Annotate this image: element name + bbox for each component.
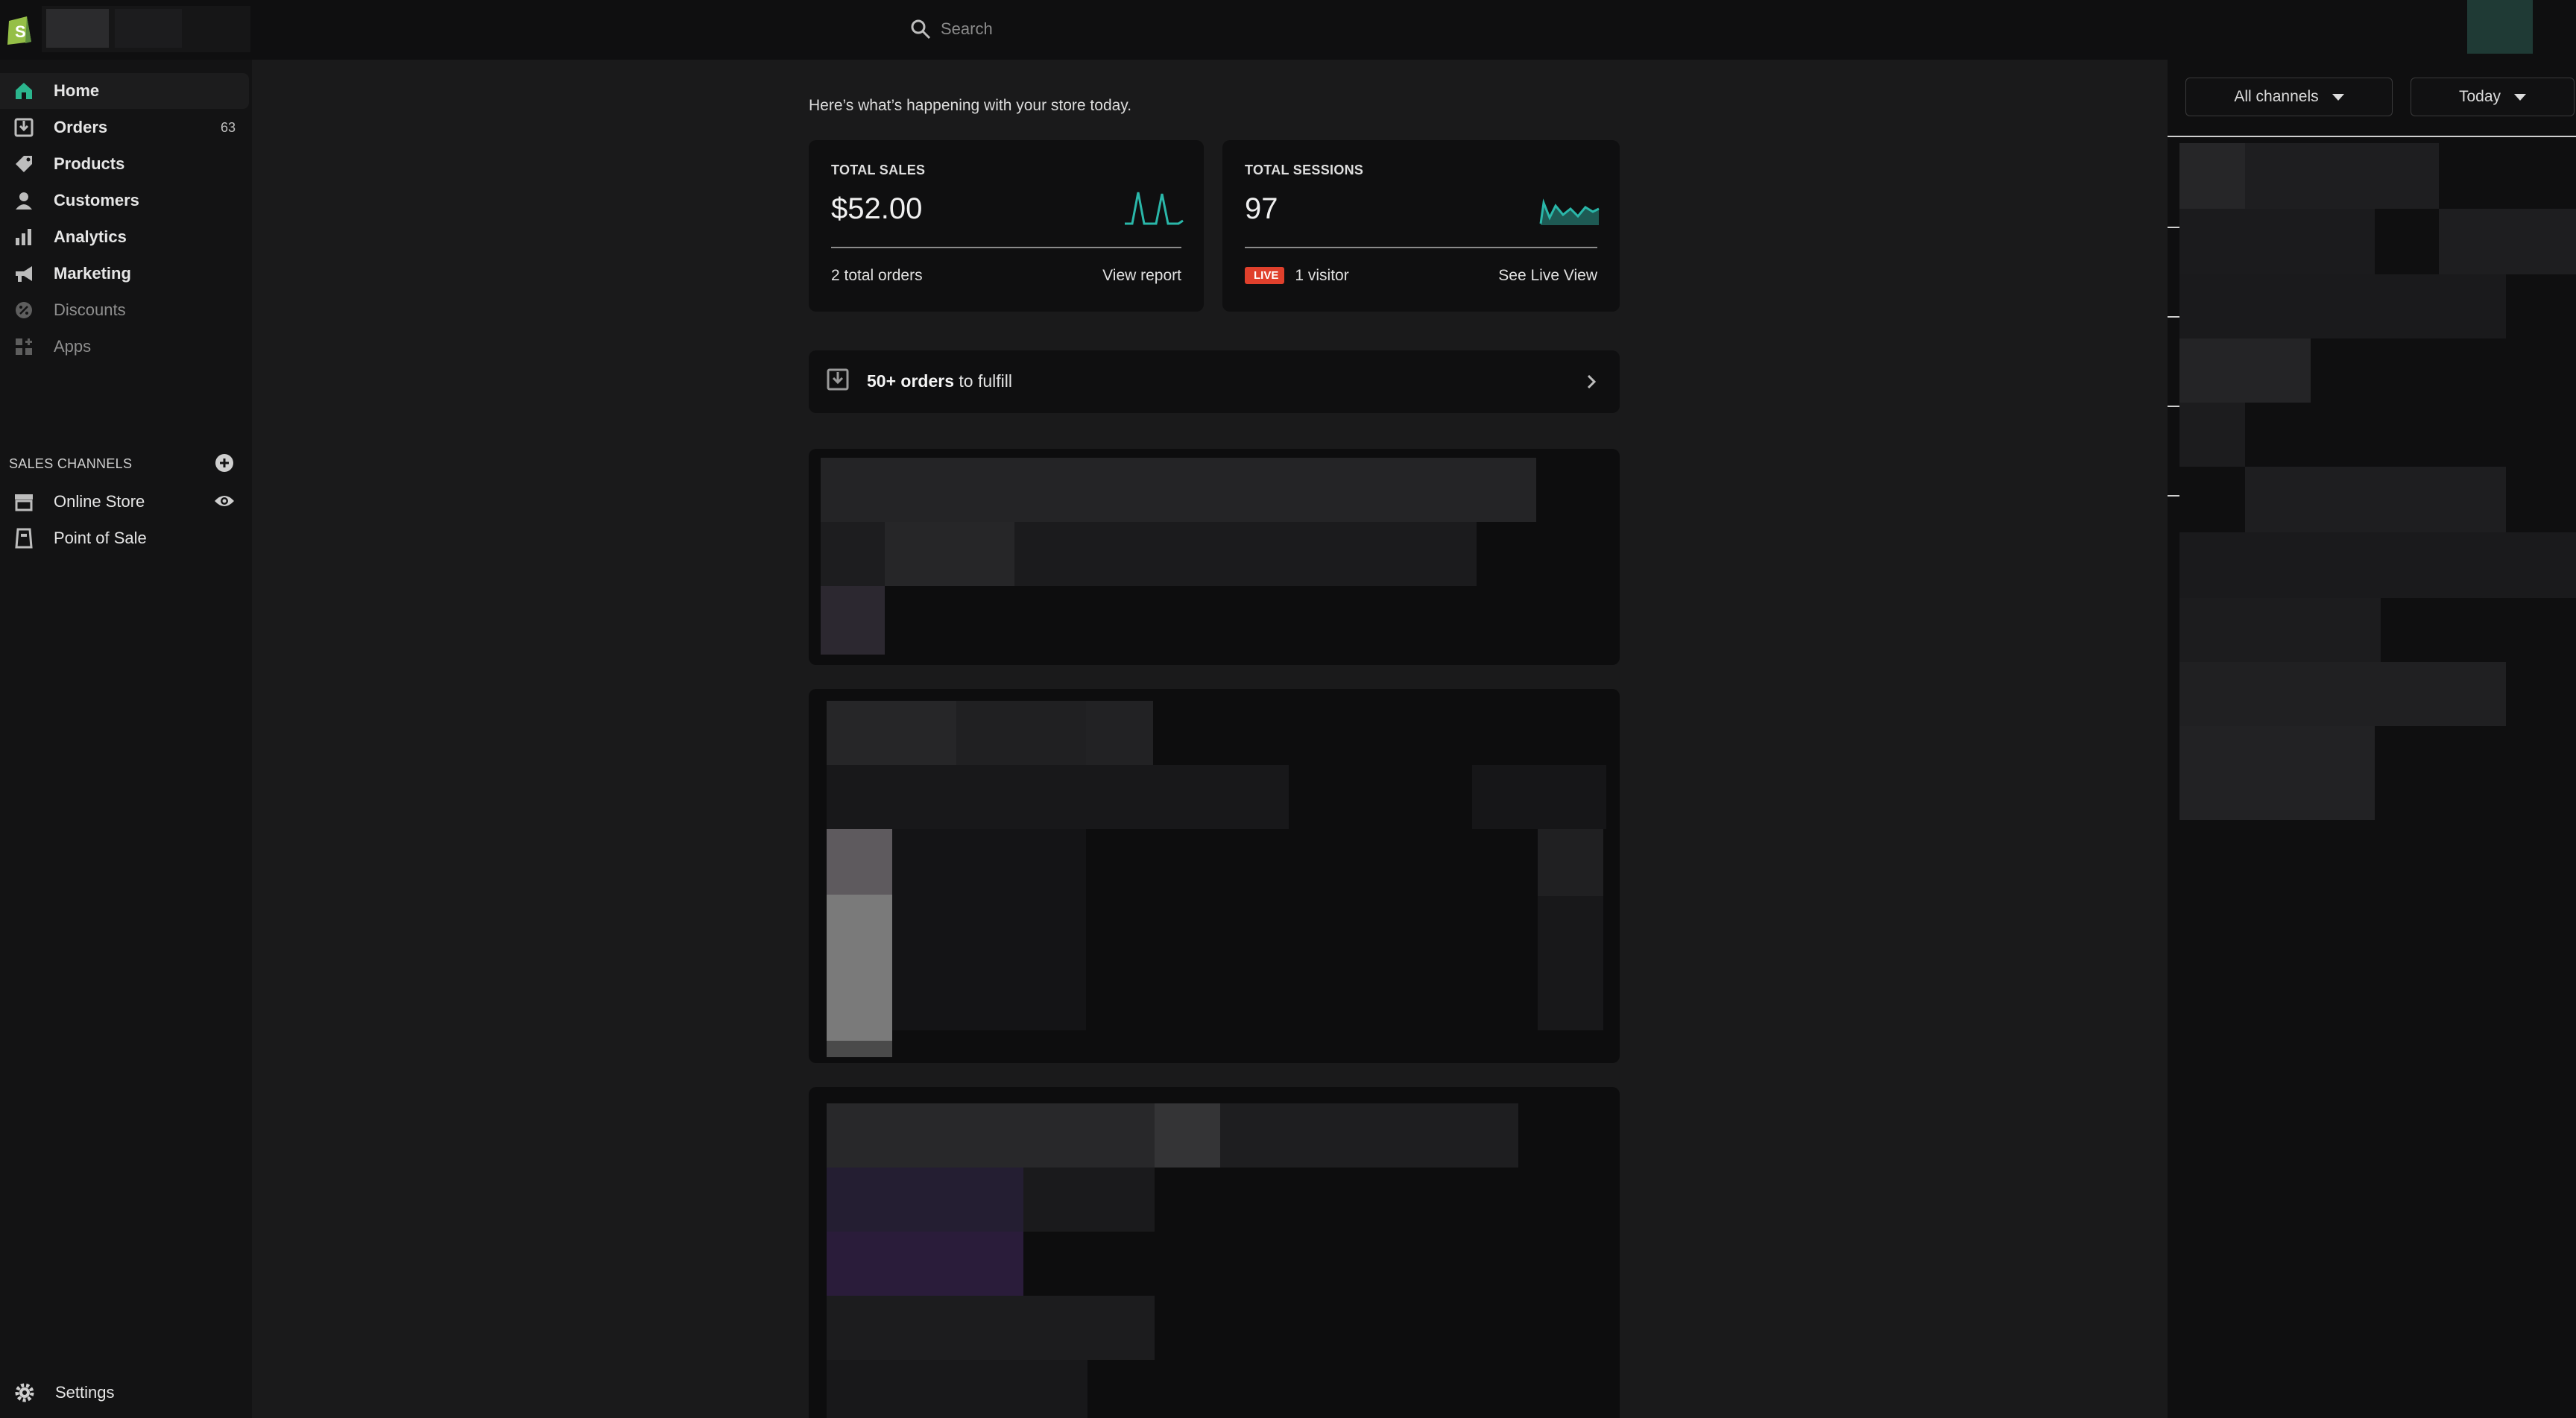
page-intro: Here’s what’s happening with your store … bbox=[809, 97, 1132, 114]
see-live-view-link[interactable]: See Live View bbox=[1498, 267, 1597, 285]
top-bar: S Search bbox=[0, 0, 2576, 60]
visitor-count-text: 1 visitor bbox=[1295, 267, 1349, 284]
total-orders-text: 2 total orders bbox=[831, 267, 923, 284]
avatar[interactable] bbox=[2467, 0, 2533, 54]
sidebar-item-label: Orders bbox=[54, 118, 108, 136]
total-sessions-card: TOTAL SESSIONS 97 LIVE 1 visitor See Live… bbox=[1222, 140, 1620, 312]
sidebar-item-label: Customers bbox=[54, 191, 139, 209]
sidebar-item-label: Discounts bbox=[54, 300, 126, 319]
sidebar-item-label: Analytics bbox=[54, 227, 127, 246]
total-sessions-title: TOTAL SESSIONS bbox=[1245, 163, 1364, 177]
sidebar-item-label: Products bbox=[54, 154, 125, 173]
person-icon bbox=[16, 192, 32, 209]
total-sales-card: TOTAL SALES $52.00 2 total orders View r… bbox=[809, 140, 1204, 312]
svg-text:S: S bbox=[15, 22, 26, 41]
shopify-logo-icon[interactable]: S bbox=[4, 10, 34, 46]
date-select-value: Today bbox=[2458, 88, 2501, 105]
date-select[interactable]: Today bbox=[2411, 78, 2575, 116]
add-channel-icon[interactable] bbox=[215, 453, 234, 473]
sidebar-item-label: Marketing bbox=[54, 264, 131, 283]
sidebar-item-settings[interactable]: Settings bbox=[0, 1375, 249, 1411]
sidebar-item-discounts[interactable]: Discounts bbox=[0, 292, 249, 328]
total-sales-title: TOTAL SALES bbox=[831, 163, 926, 177]
view-store-eye-icon[interactable] bbox=[213, 492, 236, 510]
search-icon bbox=[911, 19, 931, 40]
fulfill-count: 50+ orders bbox=[867, 371, 954, 391]
settings-label: Settings bbox=[55, 1383, 115, 1402]
blurred-card-3 bbox=[809, 1087, 1620, 1418]
search-bar[interactable]: Search bbox=[909, 13, 1282, 45]
sidebar-item-label: Point of Sale bbox=[54, 529, 147, 547]
orders-icon bbox=[14, 118, 34, 137]
caret-down-icon bbox=[2332, 93, 2344, 101]
sales-channels-heading: SALES CHANNELS bbox=[9, 456, 133, 471]
search-input[interactable]: Search bbox=[941, 19, 993, 39]
tag-icon bbox=[16, 156, 32, 172]
apps-icon bbox=[16, 338, 32, 355]
blurred-card-1 bbox=[809, 449, 1620, 665]
sessions-sparkline bbox=[1539, 198, 1600, 225]
view-report-link[interactable]: View report bbox=[1102, 267, 1181, 285]
sidebar-item-label: Online Store bbox=[54, 492, 145, 511]
total-sessions-value: 97 bbox=[1245, 192, 1278, 225]
sidebar-item-label: Home bbox=[54, 81, 100, 100]
chevron-right-icon bbox=[1587, 374, 1597, 389]
store-switcher[interactable] bbox=[42, 6, 250, 52]
sidebar: Home Orders 63 Products Customers Analyt… bbox=[0, 60, 252, 1418]
store-icon bbox=[15, 494, 33, 511]
sidebar-item-apps[interactable]: Apps bbox=[0, 329, 249, 365]
channel-select-value: All channels bbox=[2234, 88, 2319, 105]
blurred-card-2 bbox=[809, 689, 1620, 1063]
megaphone-icon bbox=[16, 266, 32, 282]
fulfill-text: to fulfill bbox=[954, 371, 1012, 391]
sidebar-item-label: Apps bbox=[54, 337, 92, 356]
sidebar-item-home[interactable]: Home bbox=[0, 73, 249, 109]
sidebar-item-online-store[interactable]: Online Store bbox=[0, 484, 249, 520]
discount-icon bbox=[16, 302, 32, 318]
bar-chart-icon bbox=[16, 229, 31, 245]
home-icon bbox=[16, 83, 32, 99]
sales-sparkline bbox=[1125, 192, 1184, 225]
sidebar-item-analytics[interactable]: Analytics bbox=[0, 219, 249, 255]
sidebar-item-marketing[interactable]: Marketing bbox=[0, 256, 249, 292]
right-panel: All channels Today bbox=[2168, 60, 2576, 1418]
live-badge: LIVE bbox=[1245, 267, 1285, 284]
sidebar-item-orders[interactable]: Orders 63 bbox=[0, 110, 249, 145]
gear-icon bbox=[15, 1383, 34, 1402]
orders-count-badge: 63 bbox=[220, 119, 236, 135]
total-sales-value: $52.00 bbox=[831, 192, 923, 225]
pos-icon bbox=[15, 528, 33, 549]
fulfill-orders-icon bbox=[827, 368, 849, 391]
sidebar-item-point-of-sale[interactable]: Point of Sale bbox=[0, 520, 249, 556]
sidebar-item-products[interactable]: Products bbox=[0, 146, 249, 182]
caret-down-icon bbox=[2514, 93, 2527, 101]
orders-to-fulfill-banner[interactable]: 50+ orders to fulfill bbox=[809, 350, 1620, 413]
channel-select[interactable]: All channels bbox=[2185, 78, 2393, 116]
sidebar-item-customers[interactable]: Customers bbox=[0, 183, 249, 218]
